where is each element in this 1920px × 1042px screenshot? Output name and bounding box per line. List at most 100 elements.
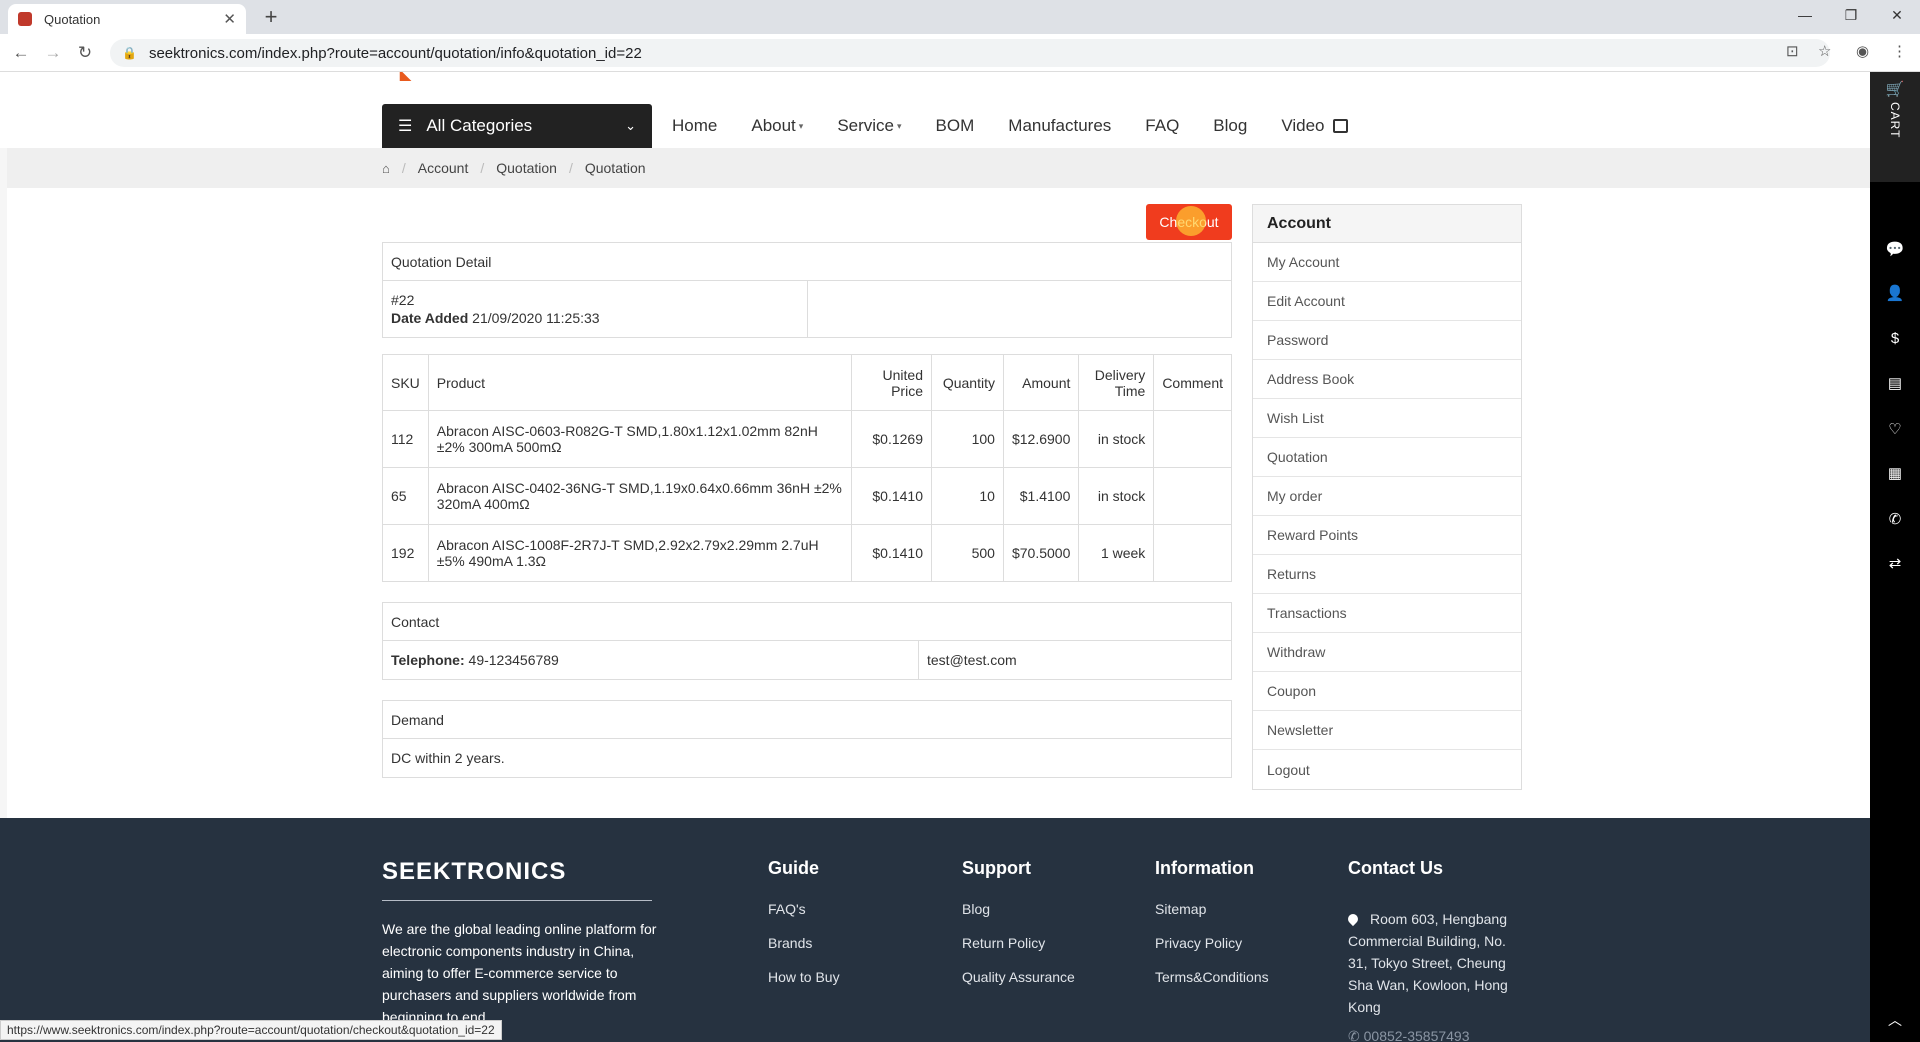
account-link-my-account[interactable]: My Account	[1253, 243, 1521, 282]
menu-dots-icon[interactable]: ⋮	[1892, 42, 1907, 60]
checkout-button[interactable]: Checkout	[1146, 204, 1232, 240]
cell-price: $0.1410	[851, 467, 932, 525]
page-viewport: ◣ ☰ All Categories ⌄ Home About ▾ Service…	[0, 72, 1870, 1042]
close-window-icon[interactable]: ✕	[1874, 0, 1920, 30]
account-link-reward-points[interactable]: Reward Points	[1253, 516, 1521, 555]
footer-link[interactable]: Terms&Conditions	[1155, 969, 1269, 985]
nav-faq[interactable]: FAQ	[1145, 116, 1179, 136]
phone-icon[interactable]: ✆	[1870, 510, 1920, 528]
caret-down-icon: ▾	[798, 120, 804, 131]
cell-delivery: in stock	[1078, 467, 1155, 525]
all-categories-dropdown[interactable]: ☰ All Categories ⌄	[382, 104, 652, 148]
quotation-table: SKU Product United Price Quantity Amount…	[382, 354, 1232, 582]
logo-fragment: ◣	[400, 72, 411, 82]
footer-link[interactable]: Return Policy	[962, 935, 1075, 951]
reload-icon[interactable]: ↻	[72, 40, 98, 66]
footer-link[interactable]: FAQ's	[768, 901, 840, 917]
restore-icon[interactable]: ❐	[1828, 0, 1874, 30]
lock-icon: 🔒	[122, 46, 137, 60]
cart-button[interactable]: 🛒 CART	[1870, 72, 1920, 182]
caret-down-icon: ▾	[897, 120, 902, 131]
breadcrumb-account[interactable]: Account	[418, 160, 469, 176]
footer-divider	[382, 900, 652, 901]
url-text: seektronics.com/index.php?route=account/…	[148, 44, 642, 62]
account-link-wish-list[interactable]: Wish List	[1253, 399, 1521, 438]
account-link-logout[interactable]: Logout	[1253, 750, 1521, 789]
footer-address-text: Room 603, Hengbang Commercial Building, …	[1348, 911, 1508, 1015]
footer-description: We are the global leading online platfor…	[382, 921, 657, 1025]
chat-icon[interactable]: 💬	[1870, 240, 1920, 258]
address-bar-row: ← → ↻ 🔒 seektronics.com/index.php?route=…	[0, 34, 1920, 72]
cell-sku: 112	[382, 410, 429, 468]
main-nav: Home About ▾ Service ▾ BOM Manufactures FA…	[672, 104, 1382, 148]
cell-comment	[1153, 410, 1232, 468]
cell-price: $0.1269	[851, 410, 932, 468]
account-link-newsletter[interactable]: Newsletter	[1253, 711, 1521, 750]
clipboard-icon[interactable]: ▦	[1870, 464, 1920, 482]
breadcrumb-current[interactable]: Quotation	[585, 160, 646, 176]
nav-about[interactable]: About ▾	[751, 116, 803, 136]
back-to-top-icon[interactable]: ︿	[1878, 1010, 1912, 1034]
breadcrumb-quotation[interactable]: Quotation	[496, 160, 557, 176]
nav-service-label: Service	[837, 116, 895, 135]
footer-link[interactable]: Sitemap	[1155, 901, 1269, 917]
url-input[interactable]: 🔒 seektronics.com/index.php?route=accoun…	[110, 39, 1830, 67]
nav-video[interactable]: Video	[1281, 116, 1348, 136]
video-icon	[1332, 119, 1348, 133]
account-link-address-book[interactable]: Address Book	[1253, 360, 1521, 399]
email-value: test@test.com	[927, 652, 1017, 668]
contact-panel: Contact Telephone: 49-123456789 test@tes…	[382, 602, 1232, 680]
col-amount: Amount	[1002, 354, 1080, 411]
account-link-coupon[interactable]: Coupon	[1253, 672, 1521, 711]
browser-tab-bar: Quotation ✕ + — ❐ ✕	[0, 0, 1920, 34]
account-link-transactions[interactable]: Transactions	[1253, 594, 1521, 633]
translate-icon[interactable]: ⊡	[1786, 42, 1799, 60]
cell-quantity: 500	[931, 524, 1004, 582]
browser-tab[interactable]: Quotation ✕	[8, 4, 246, 34]
account-link-password[interactable]: Password	[1253, 321, 1521, 360]
user-icon[interactable]: 👤	[1870, 284, 1920, 302]
back-icon[interactable]: ←	[8, 40, 34, 66]
cart-label: CART	[1888, 102, 1902, 139]
nav-blog[interactable]: Blog	[1213, 116, 1247, 136]
footer: SEEKTRONICS We are the global leading on…	[0, 818, 1870, 1042]
footer-link[interactable]: Blog	[962, 901, 1075, 917]
heart-icon[interactable]: ♡	[1870, 420, 1920, 438]
coin-icon[interactable]: $	[1870, 330, 1920, 347]
nav-home[interactable]: Home	[672, 116, 717, 136]
account-link-quotation[interactable]: Quotation	[1253, 438, 1521, 477]
nav-service[interactable]: Service ▾	[837, 116, 901, 136]
account-link-withdraw[interactable]: Withdraw	[1253, 633, 1521, 672]
profile-icon[interactable]: ◉	[1856, 42, 1869, 60]
demand-text: DC within 2 years.	[391, 750, 505, 766]
cell-product: Abracon AISC-0603-R082G-T SMD,1.80x1.12x…	[427, 410, 853, 468]
footer-contact: Contact Us	[1348, 858, 1443, 901]
home-icon[interactable]: ⌂	[382, 161, 390, 176]
close-tab-icon[interactable]: ✕	[223, 10, 236, 28]
col-sku: SKU	[382, 354, 429, 411]
account-link-returns[interactable]: Returns	[1253, 555, 1521, 594]
footer-phone: ✆ 00852-35857493	[1348, 1028, 1470, 1042]
nav-video-label: Video	[1281, 116, 1325, 135]
nav-bom[interactable]: BOM	[936, 116, 975, 136]
account-link-edit-account[interactable]: Edit Account	[1253, 282, 1521, 321]
compare-icon[interactable]: ⇄	[1870, 554, 1920, 572]
document-icon[interactable]: ▤	[1870, 374, 1920, 392]
nav-faq-label: FAQ	[1145, 116, 1180, 135]
new-tab-button[interactable]: +	[258, 4, 284, 30]
account-link-my-order[interactable]: My order	[1253, 477, 1521, 516]
star-icon[interactable]: ☆	[1818, 42, 1831, 60]
footer-link[interactable]: Quality Assurance	[962, 969, 1075, 985]
col-united-price: United Price	[851, 354, 932, 411]
telephone-label: Telephone:	[391, 652, 465, 668]
footer-link[interactable]: How to Buy	[768, 969, 840, 985]
nav-manufactures[interactable]: Manufactures	[1008, 116, 1111, 136]
menu-icon: ☰	[398, 118, 413, 135]
cart-icon: 🛒	[1885, 81, 1905, 98]
all-categories-label: All Categories	[426, 116, 533, 135]
footer-link[interactable]: Brands	[768, 935, 840, 951]
forward-icon[interactable]: →	[40, 40, 66, 66]
map-pin-icon	[1345, 911, 1361, 927]
footer-link[interactable]: Privacy Policy	[1155, 935, 1269, 951]
minimize-icon[interactable]: —	[1782, 0, 1828, 30]
